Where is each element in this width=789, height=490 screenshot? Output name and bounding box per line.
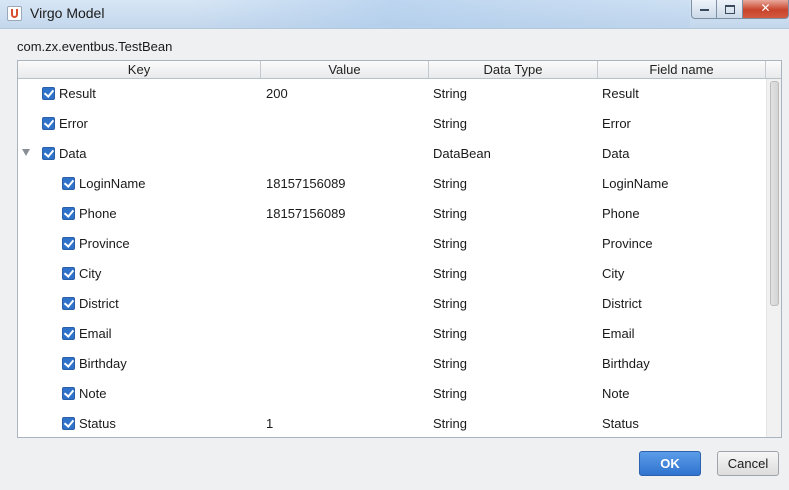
- header-corner: [766, 61, 781, 79]
- row-field-name[interactable]: District: [602, 296, 642, 311]
- scrollbar-thumb[interactable]: [770, 81, 779, 306]
- row-key: LoginName: [79, 176, 146, 191]
- model-tree-table: Key Value Data Type Field name Result 20…: [17, 60, 782, 438]
- row-field-name[interactable]: Data: [602, 146, 629, 161]
- ok-button[interactable]: OK: [639, 451, 701, 476]
- checkbox-checked[interactable]: [62, 327, 75, 340]
- row-data-type[interactable]: String: [433, 266, 467, 281]
- checkbox-checked[interactable]: [62, 297, 75, 310]
- table-body: Result 200 String Result Error String Er…: [18, 79, 766, 437]
- java-app-icon: [7, 6, 22, 21]
- row-key: Birthday: [79, 356, 127, 371]
- table-row[interactable]: Data DataBean Data: [18, 139, 766, 169]
- row-key: Note: [79, 386, 107, 401]
- class-name-label: com.zx.eventbus.TestBean: [17, 39, 173, 54]
- column-header-value[interactable]: Value: [261, 61, 429, 78]
- row-data-type[interactable]: String: [433, 116, 467, 131]
- table-row[interactable]: District String District: [18, 289, 766, 319]
- table-row[interactable]: Error String Error: [18, 109, 766, 139]
- row-data-type[interactable]: String: [433, 236, 467, 251]
- row-field-name[interactable]: Province: [602, 236, 653, 251]
- checkbox-checked[interactable]: [62, 357, 75, 370]
- table-row[interactable]: Status 1 String Status: [18, 409, 766, 437]
- checkbox-checked[interactable]: [42, 87, 55, 100]
- checkbox-checked[interactable]: [62, 417, 75, 430]
- checkbox-checked[interactable]: [62, 267, 75, 280]
- row-key: Status: [79, 416, 116, 431]
- row-key: Error: [59, 116, 88, 131]
- row-data-type[interactable]: String: [433, 416, 467, 431]
- row-key: Data: [59, 146, 87, 161]
- table-header: Key Value Data Type Field name: [18, 61, 766, 79]
- row-field-name[interactable]: Birthday: [602, 356, 650, 371]
- checkbox-checked[interactable]: [62, 207, 75, 220]
- row-data-type[interactable]: String: [433, 86, 467, 101]
- row-key: Email: [79, 326, 112, 341]
- row-data-type[interactable]: String: [433, 206, 467, 221]
- table-row[interactable]: Province String Province: [18, 229, 766, 259]
- row-data-type[interactable]: String: [433, 356, 467, 371]
- checkbox-checked[interactable]: [62, 387, 75, 400]
- table-row[interactable]: Note String Note: [18, 379, 766, 409]
- column-header-key[interactable]: Key: [18, 61, 261, 78]
- table-row[interactable]: Email String Email: [18, 319, 766, 349]
- window-title: Virgo Model: [30, 5, 105, 21]
- column-header-field-name[interactable]: Field name: [598, 61, 766, 78]
- window-controls: [691, 0, 789, 20]
- row-value[interactable]: 200: [266, 86, 288, 101]
- row-field-name[interactable]: Note: [602, 386, 629, 401]
- vertical-scrollbar[interactable]: [766, 79, 781, 437]
- row-value[interactable]: 1: [266, 416, 273, 431]
- row-data-type[interactable]: DataBean: [433, 146, 491, 161]
- table-row[interactable]: LoginName 18157156089 String LoginName: [18, 169, 766, 199]
- row-key: Province: [79, 236, 130, 251]
- expand-triangle-icon[interactable]: [22, 149, 30, 156]
- checkbox-checked[interactable]: [42, 117, 55, 130]
- table-row[interactable]: Phone 18157156089 String Phone: [18, 199, 766, 229]
- checkbox-checked[interactable]: [42, 147, 55, 160]
- row-key: District: [79, 296, 119, 311]
- row-field-name[interactable]: City: [602, 266, 624, 281]
- row-key: City: [79, 266, 102, 281]
- row-field-name[interactable]: Result: [602, 86, 639, 101]
- cancel-button[interactable]: Cancel: [717, 451, 779, 476]
- maximize-icon[interactable]: [717, 0, 743, 19]
- table-row[interactable]: City String City: [18, 259, 766, 289]
- close-icon[interactable]: [743, 0, 789, 19]
- row-key: Phone: [79, 206, 117, 221]
- row-data-type[interactable]: String: [433, 176, 467, 191]
- title-bar-background: [190, 0, 690, 28]
- row-data-type[interactable]: String: [433, 296, 467, 311]
- column-header-data-type[interactable]: Data Type: [429, 61, 598, 78]
- minimize-icon[interactable]: [691, 0, 717, 19]
- row-data-type[interactable]: String: [433, 326, 467, 341]
- checkbox-checked[interactable]: [62, 177, 75, 190]
- title-bar: Virgo Model: [0, 0, 789, 29]
- row-field-name[interactable]: Error: [602, 116, 631, 131]
- row-value[interactable]: 18157156089: [266, 206, 346, 221]
- table-row[interactable]: Birthday String Birthday: [18, 349, 766, 379]
- table-row[interactable]: Result 200 String Result: [18, 79, 766, 109]
- row-field-name[interactable]: Phone: [602, 206, 640, 221]
- row-field-name[interactable]: Email: [602, 326, 635, 341]
- row-key: Result: [59, 86, 96, 101]
- row-field-name[interactable]: Status: [602, 416, 639, 431]
- row-field-name[interactable]: LoginName: [602, 176, 669, 191]
- row-value[interactable]: 18157156089: [266, 176, 346, 191]
- checkbox-checked[interactable]: [62, 237, 75, 250]
- row-data-type[interactable]: String: [433, 386, 467, 401]
